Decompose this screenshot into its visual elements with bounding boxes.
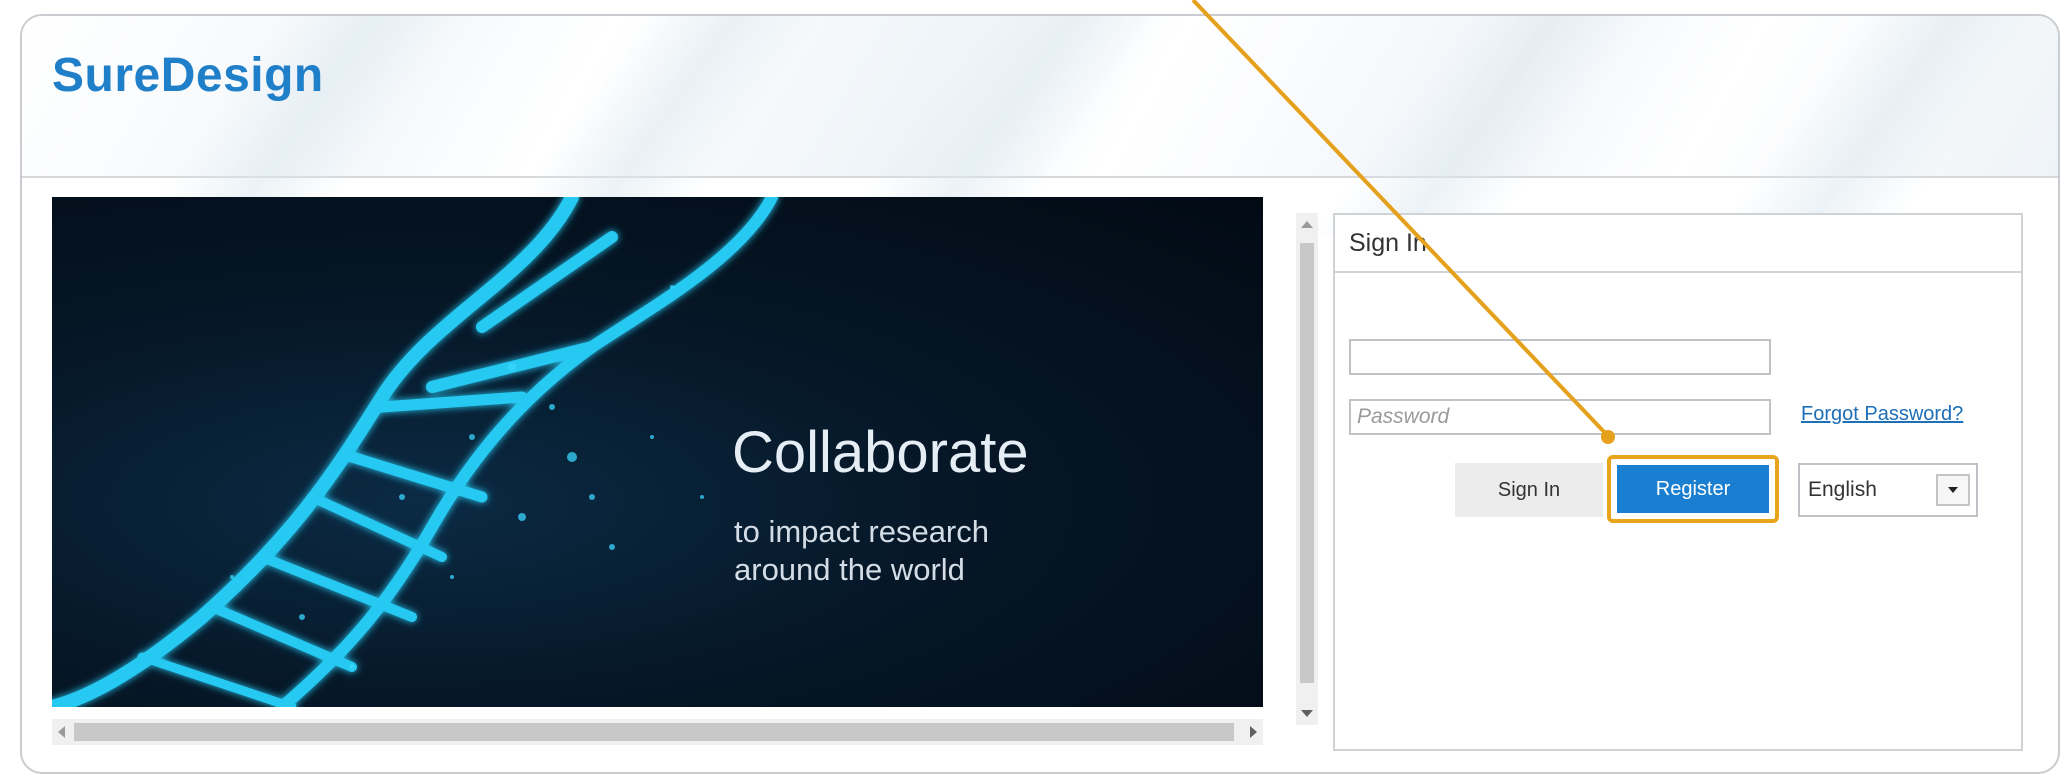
hero-banner: Collaborate to impact research around th… [52,197,1263,707]
register-button[interactable]: Register [1617,465,1769,513]
password-input[interactable] [1349,399,1771,435]
brand-logo: SureDesign [52,49,324,102]
signin-panel-title: Sign In [1335,215,2021,273]
language-select[interactable]: English [1798,463,1978,517]
vertical-scroll-thumb[interactable] [1300,243,1314,683]
horizontal-scroll-thumb[interactable] [74,723,1234,741]
header-banner [22,16,2058,236]
vertical-scrollbar[interactable] [1296,213,1318,725]
forgot-password-link[interactable]: Forgot Password? [1801,403,1963,426]
arrow-left-icon[interactable] [58,726,65,738]
username-input[interactable] [1349,339,1771,375]
signin-panel: Sign In Forgot Password? Sign In Registe… [1333,213,2023,751]
signin-button[interactable]: Sign In [1455,463,1603,517]
horizontal-scrollbar[interactable] [52,719,1263,745]
arrow-up-icon[interactable] [1301,221,1313,228]
arrow-right-icon[interactable] [1250,726,1257,738]
hero-title: Collaborate [732,420,1029,485]
dna-helix-illustration [52,197,778,707]
register-highlight: Register [1607,455,1779,523]
hero-subtitle-line1: to impact research [734,514,989,549]
hero-subtitle-line2: around the world [734,552,965,587]
language-value: English [1808,478,1877,501]
chevron-down-icon[interactable] [1936,474,1970,506]
arrow-down-icon[interactable] [1301,710,1313,717]
